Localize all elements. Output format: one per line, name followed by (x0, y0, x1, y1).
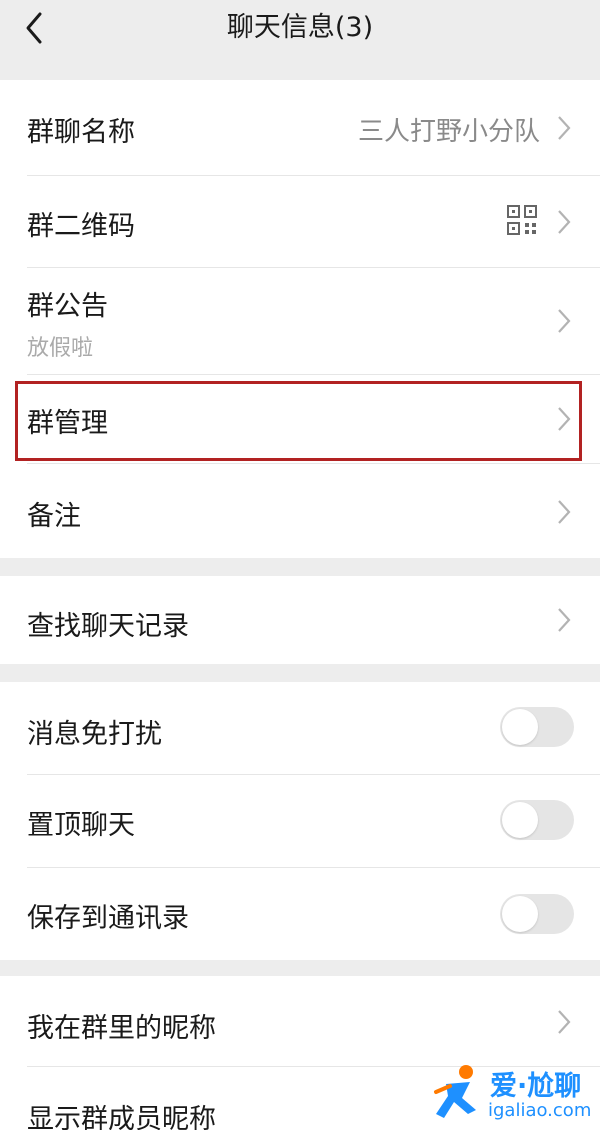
page-title: 聊天信息(3) (226, 12, 374, 43)
qr-code-icon (507, 205, 537, 235)
group-manage-row[interactable]: 群管理 (0, 375, 600, 463)
group-manage-label: 群管理 (27, 408, 108, 439)
group-notice-row[interactable]: 群公告 放假啦 (0, 268, 600, 374)
pin-toggle[interactable] (500, 800, 574, 840)
chevron-right-icon (558, 309, 571, 333)
group-notice-label: 群公告 (27, 291, 108, 322)
group-notice-text: 放假啦 (27, 336, 94, 361)
my-nickname-row[interactable]: 我在群里的昵称 (0, 976, 600, 1066)
chevron-right-icon (558, 116, 571, 140)
group-qr-row[interactable]: 群二维码 (0, 176, 600, 267)
search-history-label: 查找聊天记录 (27, 611, 189, 642)
group-qr-label: 群二维码 (27, 211, 135, 242)
pin-label: 置顶聊天 (27, 810, 135, 841)
watermark-site: igaliao.com (488, 1100, 592, 1121)
chevron-right-icon (558, 1010, 571, 1034)
save-contacts-toggle[interactable] (500, 894, 574, 934)
toggle-knob (502, 896, 538, 932)
save-contacts-label: 保存到通讯录 (27, 903, 189, 934)
group-name-row[interactable]: 群聊名称 三人打野小分队 (0, 80, 600, 175)
chevron-right-icon (558, 500, 571, 524)
mute-toggle[interactable] (500, 707, 574, 747)
search-section: 查找聊天记录 (0, 576, 600, 664)
group-info-section: 群聊名称 三人打野小分队 群二维码 群公告 放假啦 群管理 备注 (0, 80, 600, 558)
remark-label: 备注 (27, 501, 81, 532)
watermark-brand: 爱·尬聊 (490, 1071, 582, 1102)
pin-row: 置顶聊天 (0, 775, 600, 867)
runner-logo-icon (434, 1065, 476, 1118)
toggle-section: 消息免打扰 置顶聊天 保存到通讯录 (0, 682, 600, 960)
navbar: 聊天信息(3) (0, 0, 600, 58)
my-nickname-label: 我在群里的昵称 (27, 1013, 216, 1044)
chevron-right-icon (558, 608, 571, 632)
save-contacts-row: 保存到通讯录 (0, 868, 600, 960)
chevron-right-icon (558, 210, 571, 234)
chevron-right-icon (558, 407, 571, 431)
watermark: 爱·尬聊 igaliao.com (432, 1060, 600, 1130)
mute-label: 消息免打扰 (27, 719, 162, 750)
show-nickname-label: 显示群成员昵称 (27, 1104, 216, 1130)
group-name-label: 群聊名称 (27, 117, 135, 148)
toggle-knob (502, 802, 538, 838)
mute-row: 消息免打扰 (0, 682, 600, 774)
search-history-row[interactable]: 查找聊天记录 (0, 576, 600, 664)
toggle-knob (502, 709, 538, 745)
remark-row[interactable]: 备注 (0, 464, 600, 558)
group-name-value: 三人打野小分队 (357, 117, 540, 147)
